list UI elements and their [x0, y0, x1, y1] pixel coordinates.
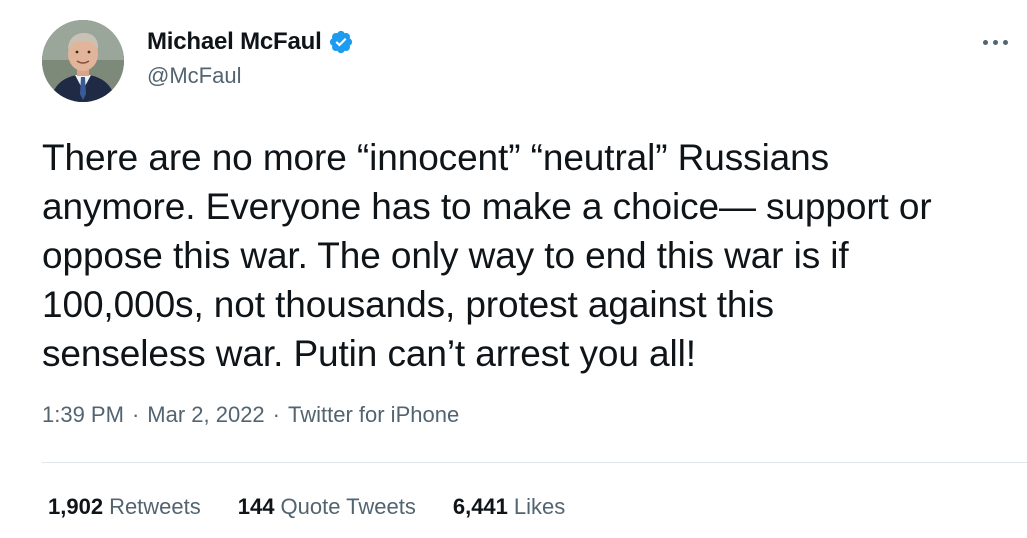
author-name-row: Michael McFaul	[147, 27, 354, 57]
tweet-card: Michael McFaul @McFaul There are no more…	[0, 0, 1027, 538]
tweet-source[interactable]: Twitter for iPhone	[288, 402, 459, 428]
tweet-time[interactable]: 1:39 PM	[42, 402, 124, 428]
more-dot	[1003, 39, 1008, 45]
divider	[42, 462, 1027, 463]
engagement-stats: 1,902 Retweets 144 Quote Tweets 6,441 Li…	[48, 494, 565, 520]
likes-stat[interactable]: 6,441 Likes	[453, 494, 565, 520]
tweet-meta: 1:39 PM · Mar 2, 2022 · Twitter for iPho…	[42, 402, 459, 428]
author-handle[interactable]: @McFaul	[147, 63, 241, 89]
more-dot	[993, 39, 998, 45]
tweet-date[interactable]: Mar 2, 2022	[147, 402, 264, 428]
likes-count: 6,441	[452, 494, 508, 519]
quote-tweets-stat[interactable]: 144 Quote Tweets	[238, 494, 416, 520]
likes-label: Likes	[513, 494, 566, 519]
retweets-count: 1,902	[48, 494, 104, 519]
quote-tweets-count: 144	[237, 494, 275, 519]
tweet-text: There are no more “innocent” “neutral” R…	[42, 137, 932, 374]
meta-separator: ·	[272, 402, 280, 427]
more-options-icon[interactable]	[983, 36, 1013, 48]
avatar-photo-icon	[42, 20, 124, 102]
author-display-name[interactable]: Michael McFaul	[147, 28, 322, 56]
quote-tweets-label: Quote Tweets	[280, 494, 416, 519]
author-avatar[interactable]	[42, 20, 124, 102]
retweets-stat[interactable]: 1,902 Retweets	[48, 494, 201, 520]
retweets-label: Retweets	[109, 494, 201, 519]
verified-badge-icon	[329, 30, 352, 54]
meta-separator: ·	[131, 402, 140, 427]
more-dot	[983, 39, 988, 45]
